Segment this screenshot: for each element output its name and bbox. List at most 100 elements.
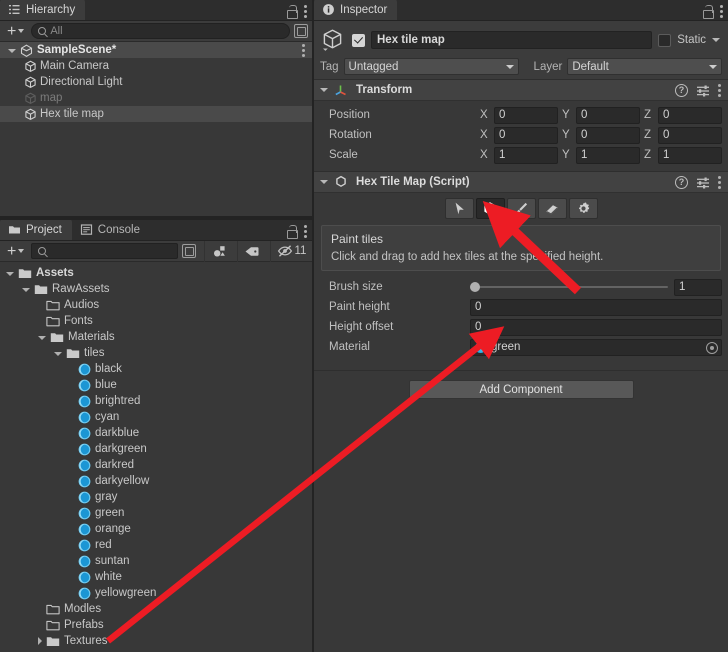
paint-height-input[interactable]: 0 — [470, 298, 722, 316]
height-offset-input[interactable]: 0 — [470, 318, 722, 336]
axis-label-x: X — [480, 149, 488, 161]
hierarchy-row-map[interactable]: map — [0, 90, 312, 106]
tag-dropdown[interactable]: Untagged — [343, 58, 519, 75]
tab-console[interactable]: Console — [72, 219, 150, 240]
label-filter-icon[interactable] — [237, 240, 266, 262]
slider-track[interactable] — [470, 282, 668, 292]
create-asset-button[interactable]: + — [4, 243, 27, 260]
collapse-chevron-icon[interactable] — [320, 180, 328, 184]
project-row-gray[interactable]: gray — [0, 489, 312, 505]
shape-filter-icon[interactable] — [204, 240, 233, 262]
project-row-green[interactable]: green — [0, 505, 312, 521]
hierarchy-row-directional-light[interactable]: Directional Light — [0, 74, 312, 90]
project-row-fonts[interactable]: Fonts — [0, 313, 312, 329]
eraser-tool[interactable] — [537, 198, 567, 219]
transform-position-z-input[interactable]: 0 — [658, 106, 722, 124]
expand-chevron-icon[interactable] — [8, 49, 16, 53]
project-row-darkyellow[interactable]: darkyellow — [0, 473, 312, 489]
project-row-modles[interactable]: Modles — [0, 601, 312, 617]
brush-tool[interactable] — [506, 198, 536, 219]
project-row-darkred[interactable]: darkred — [0, 457, 312, 473]
static-dropdown-chevron-icon[interactable] — [712, 38, 720, 42]
project-row-brightred[interactable]: brightred — [0, 393, 312, 409]
hidden-assets-toggle[interactable]: 11 — [270, 240, 312, 262]
project-row-label: brightred — [95, 395, 141, 407]
hierarchy-search-input[interactable]: All — [31, 23, 290, 39]
project-row-textures[interactable]: Textures — [0, 633, 312, 649]
project-row-suntan[interactable]: suntan — [0, 553, 312, 569]
project-row-darkblue[interactable]: darkblue — [0, 425, 312, 441]
panel-splitter-vertical[interactable] — [312, 0, 314, 652]
folder-icon — [50, 331, 64, 343]
inspector-menu-icon[interactable] — [720, 4, 724, 18]
transform-rotation-x-input[interactable]: 0 — [494, 126, 558, 144]
transform-component-header[interactable]: Transform ? — [314, 79, 728, 101]
panel-splitter-horizontal[interactable] — [0, 216, 312, 220]
collapse-chevron-icon[interactable] — [320, 88, 328, 92]
transform-scale-z-input[interactable]: 1 — [658, 146, 722, 164]
project-row-cyan[interactable]: cyan — [0, 409, 312, 425]
project-menu-icon[interactable] — [304, 224, 308, 238]
expand-chevron-icon[interactable] — [54, 352, 62, 356]
add-component-button[interactable]: Add Component — [408, 380, 634, 399]
tool-help-description: Click and drag to add hex tiles at the s… — [331, 251, 604, 263]
project-row-darkgreen[interactable]: darkgreen — [0, 441, 312, 457]
preset-icon[interactable] — [696, 84, 710, 97]
slider-knob[interactable] — [470, 282, 480, 292]
project-row-white[interactable]: white — [0, 569, 312, 585]
hex-tile-map-component-header[interactable]: Hex Tile Map (Script) ? — [314, 171, 728, 193]
hex-tile-map-menu-icon[interactable] — [718, 175, 722, 189]
project-row-audios[interactable]: Audios — [0, 297, 312, 313]
expand-chevron-icon[interactable] — [22, 288, 30, 292]
create-gameobject-button[interactable]: + — [4, 23, 27, 40]
expand-chevron-icon[interactable] — [38, 336, 46, 340]
select-tool[interactable] — [444, 198, 474, 219]
open-in-new-icon[interactable] — [182, 244, 196, 258]
project-row-red[interactable]: red — [0, 537, 312, 553]
project-row-materials[interactable]: Materials — [0, 329, 312, 345]
transform-position-x-input[interactable]: 0 — [494, 106, 558, 124]
brush-size-input[interactable]: 1 — [674, 278, 722, 296]
project-row-tiles[interactable]: tiles — [0, 345, 312, 361]
project-row-blue[interactable]: blue — [0, 377, 312, 393]
transform-scale-x-input[interactable]: 1 — [494, 146, 558, 164]
expand-chevron-icon[interactable] — [6, 272, 14, 276]
hierarchy-row-samplescene[interactable]: SampleScene* — [0, 42, 312, 58]
transform-menu-icon[interactable] — [718, 83, 722, 97]
project-row-prefabs[interactable]: Prefabs — [0, 617, 312, 633]
project-search-input[interactable] — [31, 243, 178, 259]
hierarchy-row-main-camera[interactable]: Main Camera — [0, 58, 312, 74]
project-row-black[interactable]: black — [0, 361, 312, 377]
transform-position-y-input[interactable]: 0 — [576, 106, 640, 124]
transform-rotation-z-input[interactable]: 0 — [658, 126, 722, 144]
hierarchy-row-hex-tile-map[interactable]: Hex tile map — [0, 106, 312, 122]
open-in-new-icon[interactable] — [294, 24, 308, 38]
tab-project[interactable]: Project — [0, 219, 72, 240]
project-row-rawassets[interactable]: RawAssets — [0, 281, 312, 297]
static-checkbox[interactable] — [658, 33, 672, 47]
settings-tool[interactable] — [568, 198, 598, 219]
gameobject-enabled-checkbox[interactable] — [352, 33, 365, 47]
gameobject-name-field[interactable]: Hex tile map — [371, 31, 653, 49]
transform-rotation-y-input[interactable]: 0 — [576, 126, 640, 144]
layer-dropdown[interactable]: Default — [567, 58, 722, 75]
lock-icon[interactable] — [286, 4, 298, 19]
transform-scale-y-input[interactable]: 1 — [576, 146, 640, 164]
project-row-assets[interactable]: Assets — [0, 265, 312, 281]
preset-icon[interactable] — [696, 176, 710, 189]
project-row-yellowgreen[interactable]: yellowgreen — [0, 585, 312, 601]
object-picker-icon[interactable] — [706, 341, 718, 354]
help-icon[interactable]: ? — [675, 175, 688, 189]
lock-icon[interactable] — [702, 4, 714, 19]
brush-size-slider[interactable]: 1 — [470, 278, 722, 296]
help-icon[interactable]: ? — [675, 83, 688, 97]
scene-menu-icon[interactable] — [302, 43, 306, 57]
material-object-field[interactable]: green — [470, 338, 722, 356]
project-row-orange[interactable]: orange — [0, 521, 312, 537]
collapse-chevron-icon[interactable] — [38, 637, 42, 645]
hierarchy-menu-icon[interactable] — [304, 4, 308, 18]
lock-icon[interactable] — [286, 224, 298, 239]
tab-inspector[interactable]: Inspector — [314, 0, 398, 20]
paint-tiles-tool[interactable] — [475, 198, 505, 219]
tab-hierarchy[interactable]: Hierarchy — [0, 0, 86, 20]
